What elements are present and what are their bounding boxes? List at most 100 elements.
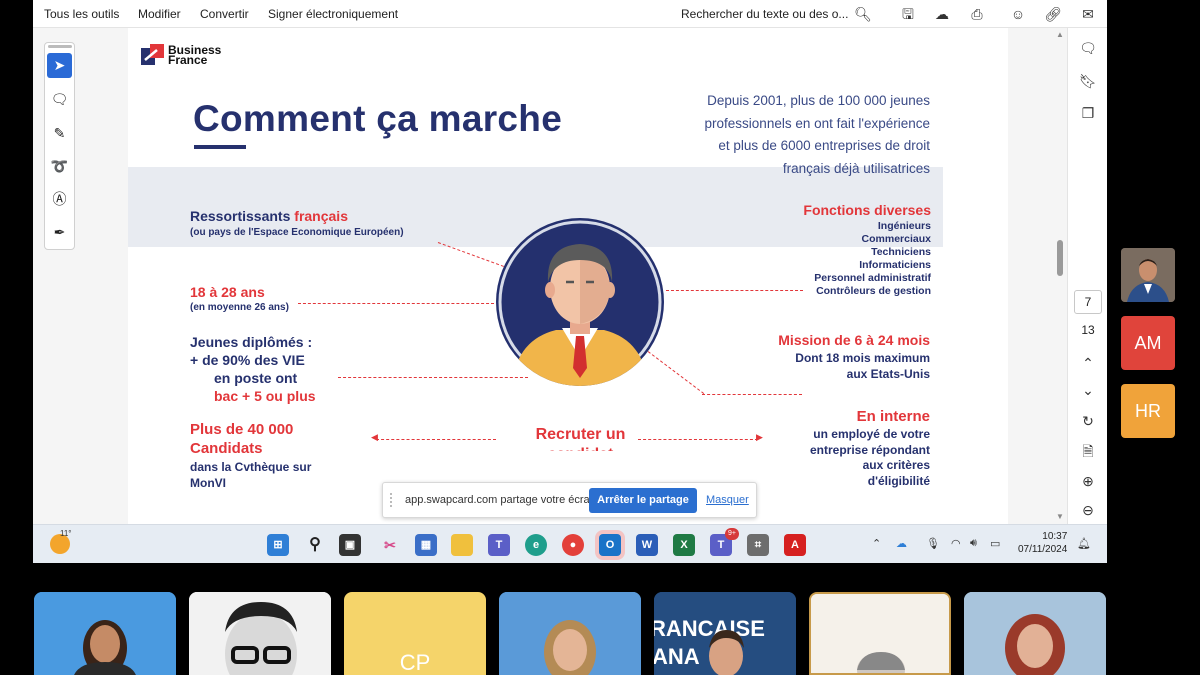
participant-video-tile[interactable] <box>964 592 1106 675</box>
notification-bell-icon[interactable]: 🔔︎ <box>1077 537 1091 550</box>
highlight-pen-icon[interactable]: ✎ <box>47 121 72 146</box>
rotate-icon[interactable]: ↻ <box>1078 411 1098 431</box>
participant-video-tile[interactable] <box>1121 248 1175 302</box>
nationality-subtext: (ou pays de l'Espace Economique Européen… <box>190 227 404 238</box>
chevron-down-icon[interactable]: ⌄ <box>1078 380 1098 400</box>
participant-video-tile[interactable] <box>34 592 176 675</box>
chrome-icon[interactable]: ● <box>562 534 584 556</box>
mail-icon[interactable]: ✉ <box>1078 4 1098 24</box>
search-icon[interactable]: 🔍︎ <box>853 4 873 24</box>
mission-heading: Mission de 6 à 24 mois <box>778 332 930 348</box>
participant-tile-am[interactable]: AM <box>1121 316 1175 370</box>
outlook-icon[interactable]: O <box>599 534 621 556</box>
intro-text: Depuis 2001, plus de 100 000 jeunes prof… <box>704 93 930 176</box>
menu-convert[interactable]: Convertir <box>200 7 249 21</box>
excel-icon[interactable]: X <box>673 534 695 556</box>
page-settings-icon[interactable]: 🗎︎ <box>1078 441 1098 461</box>
page-number-input[interactable]: 7 <box>1074 290 1102 314</box>
connector-line <box>298 303 494 304</box>
scrollbar[interactable]: ▲ ▼ <box>1053 28 1067 524</box>
internal-subtext: un employé de votre entreprise répondant… <box>809 427 930 488</box>
draw-lasso-icon[interactable]: ➰ <box>47 154 72 179</box>
mission-subtext: Dont 18 mois maximum aux Etats-Unis <box>795 351 930 381</box>
arrow-left-icon: ◀ <box>371 432 378 442</box>
slide-title: Comment ça marche <box>193 98 563 139</box>
comment-panel-icon[interactable]: 🗨︎ <box>1078 38 1098 58</box>
menu-all-tools[interactable]: Tous les outils <box>44 7 119 21</box>
candidates-subtext: dans la Cvthèque sur MonVI <box>190 460 312 490</box>
system-clock[interactable]: 10:37 07/11/2024 <box>1018 530 1067 556</box>
logo-text: Business France <box>168 43 222 67</box>
connector-line <box>338 377 528 378</box>
age-heading: 18 à 28 ans <box>190 284 265 300</box>
comment-icon[interactable]: 🗨︎ <box>47 87 72 112</box>
internal-heading: En interne <box>856 408 930 425</box>
link-icon[interactable]: 🔗︎ <box>1043 4 1063 24</box>
search-icon[interactable]: ⚲ <box>304 534 326 556</box>
hide-link[interactable]: Masquer <box>706 494 749 506</box>
shared-screen: Tous les outils Modifier Convertir Signe… <box>33 0 1107 563</box>
participant-video-tile[interactable] <box>809 592 951 675</box>
teams-notification-badge: 9+ <box>725 528 739 540</box>
account-icon[interactable]: ☺ <box>1008 4 1028 24</box>
chevron-up-icon[interactable]: ⌃ <box>872 537 881 550</box>
task-view-icon[interactable]: ▣ <box>339 534 361 556</box>
acrobat-icon[interactable]: A <box>784 534 806 556</box>
calculator-icon[interactable]: ⌗ <box>747 534 769 556</box>
candidates-heading: Plus de 40 000 Candidats <box>190 421 294 457</box>
teams-icon[interactable]: T <box>488 534 510 556</box>
connector-line <box>666 290 803 291</box>
functions-list: Ingénieurs Commerciaux Techniciens Infor… <box>814 220 931 297</box>
print-icon[interactable]: ⎙ <box>967 4 987 24</box>
arrow-right-icon: ▶ <box>756 432 763 442</box>
acrobat-menubar: Tous les outils Modifier Convertir Signe… <box>33 0 1107 28</box>
connector-arrow-right <box>638 439 758 440</box>
connector-line <box>647 351 705 395</box>
participant-video-tile[interactable] <box>499 592 641 675</box>
weather-temperature: 11° <box>60 529 72 538</box>
screen-share-banner: app.swapcard.com partage votre écran. Ar… <box>382 482 757 518</box>
save-icon[interactable]: 🖫 <box>898 4 918 24</box>
sign-icon[interactable]: ✒ <box>47 220 72 245</box>
scroll-down-icon[interactable]: ▼ <box>1056 512 1064 521</box>
file-explorer-icon[interactable] <box>451 534 473 556</box>
participant-video-tile[interactable] <box>189 592 331 675</box>
share-status-text: app.swapcard.com partage votre écran. <box>405 494 599 506</box>
zoom-in-icon[interactable]: ⊕ <box>1078 471 1098 491</box>
snipping-tool-icon[interactable]: ✂ <box>379 534 401 556</box>
menu-edit[interactable]: Modifier <box>138 7 181 21</box>
pages-icon[interactable]: ❐ <box>1078 103 1098 123</box>
business-france-logo-icon <box>141 44 164 65</box>
text-box-icon[interactable]: Ⓐ <box>47 187 72 212</box>
bookmark-icon[interactable]: 🔖︎ <box>1078 71 1098 91</box>
word-icon[interactable]: W <box>636 534 658 556</box>
zoom-out-icon[interactable]: ⊖ <box>1078 500 1098 520</box>
scrollbar-thumb[interactable] <box>1057 240 1063 276</box>
battery-icon[interactable]: ▭ <box>990 537 1000 550</box>
nationality-heading: Ressortissants français <box>190 208 348 224</box>
scroll-up-icon[interactable]: ▲ <box>1056 30 1064 39</box>
store-icon[interactable]: ▦ <box>415 534 437 556</box>
age-subtext: (en moyenne 26 ans) <box>190 302 289 313</box>
participant-tile-cp[interactable]: CP <box>344 592 486 675</box>
panel-grip[interactable] <box>48 45 72 48</box>
volume-icon[interactable]: 🔊︎ <box>970 537 977 550</box>
left-tool-panel: ➤ 🗨︎ ✎ ➰ Ⓐ ✒ <box>44 42 75 250</box>
svg-text:ANA: ANA <box>654 644 700 669</box>
onedrive-icon[interactable]: ☁ <box>896 537 907 550</box>
chevron-up-icon[interactable]: ⌃ <box>1078 353 1098 373</box>
menu-sign[interactable]: Signer électroniquement <box>268 7 398 21</box>
microphone-icon[interactable]: 🎙︎ <box>926 537 940 550</box>
document-workarea: ➤ 🗨︎ ✎ ➰ Ⓐ ✒ Business France Comment ça … <box>33 28 1107 524</box>
windows-taskbar: 11° ⊞ ⚲ ▣ ✂ ▦ T e ● O W X T 9+ ⌗ A ⌃ ☁ 🎙… <box>33 524 1107 563</box>
wifi-icon[interactable]: ◠ <box>951 537 961 550</box>
participant-tile-hr[interactable]: HR <box>1121 384 1175 438</box>
search-field[interactable]: Rechercher du texte ou des o... <box>681 7 848 21</box>
select-arrow-icon[interactable]: ➤ <box>47 53 72 78</box>
stop-sharing-button[interactable]: Arrêter le partage <box>589 488 697 513</box>
participant-video-tile[interactable]: RANCAISE ANA <box>654 592 796 675</box>
windows-start-icon[interactable]: ⊞ <box>267 534 289 556</box>
edge-icon[interactable]: e <box>525 534 547 556</box>
upload-icon[interactable]: ☁ <box>932 4 952 24</box>
drag-handle-icon[interactable] <box>390 493 396 507</box>
